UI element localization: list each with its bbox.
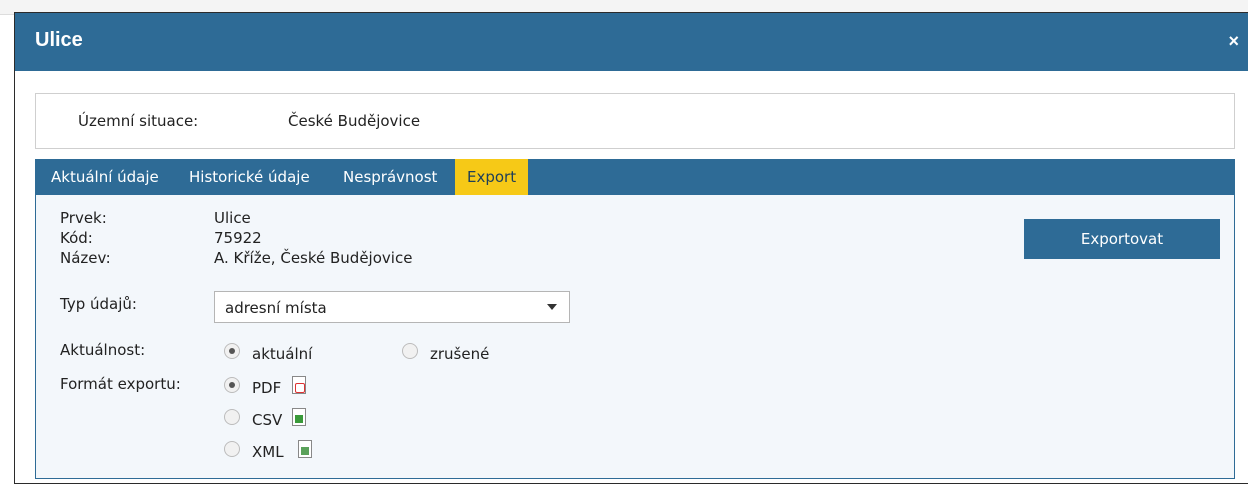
close-icon[interactable]: × — [1228, 31, 1239, 52]
radio-current-label: aktuální — [252, 345, 313, 363]
kod-value: 75922 — [214, 229, 262, 247]
prvek-label: Prvek: — [60, 209, 107, 227]
tab-export[interactable]: Export — [455, 159, 529, 195]
dialog-title: Ulice — [35, 29, 83, 51]
situation-value: České Budějovice — [288, 112, 421, 130]
data-type-selected: adresní místa — [225, 299, 327, 317]
territorial-situation-box: Územní situace: České Budějovice — [35, 93, 1235, 149]
radio-cancelled[interactable] — [402, 343, 418, 359]
currency-label: Aktuálnost: — [60, 341, 146, 359]
situation-label: Územní situace: — [78, 112, 199, 130]
csv-file-icon — [292, 408, 306, 426]
chevron-down-icon — [547, 304, 557, 310]
format-pdf-label: PDF — [252, 379, 282, 397]
kod-label: Kód: — [60, 229, 93, 247]
nazev-label: Název: — [60, 249, 111, 267]
export-button[interactable]: Exportovat — [1024, 219, 1220, 259]
data-type-label: Typ údajů: — [60, 295, 137, 313]
radio-current[interactable] — [224, 343, 240, 359]
radio-format-xml[interactable] — [224, 441, 240, 457]
radio-cancelled-label: zrušené — [430, 345, 490, 363]
xml-file-icon — [298, 440, 312, 458]
prvek-value: Ulice — [214, 209, 251, 227]
nazev-value: A. Kříže, České Budějovice — [214, 249, 413, 267]
pdf-file-icon — [292, 376, 306, 394]
radio-format-pdf[interactable] — [224, 377, 240, 393]
format-xml-label: XML — [252, 443, 284, 461]
tab-bar: Aktuální údaje Historické údaje Nesprávn… — [35, 159, 1235, 195]
street-dialog: Ulice × Územní situace: České Budějovice… — [14, 12, 1248, 484]
radio-format-csv[interactable] — [224, 409, 240, 425]
data-type-select[interactable]: adresní místa — [214, 291, 570, 323]
dialog-titlebar: Ulice × — [15, 13, 1248, 71]
tab-historical-data[interactable]: Historické údaje — [177, 159, 322, 195]
tab-incorrectness[interactable]: Nesprávnost — [331, 159, 449, 195]
format-csv-label: CSV — [252, 411, 283, 429]
tab-current-data[interactable]: Aktuální údaje — [39, 159, 171, 195]
export-format-label: Formát exportu: — [60, 375, 181, 393]
export-panel: Prvek: Ulice Kód: 75922 Název: A. Kříže,… — [35, 195, 1235, 479]
